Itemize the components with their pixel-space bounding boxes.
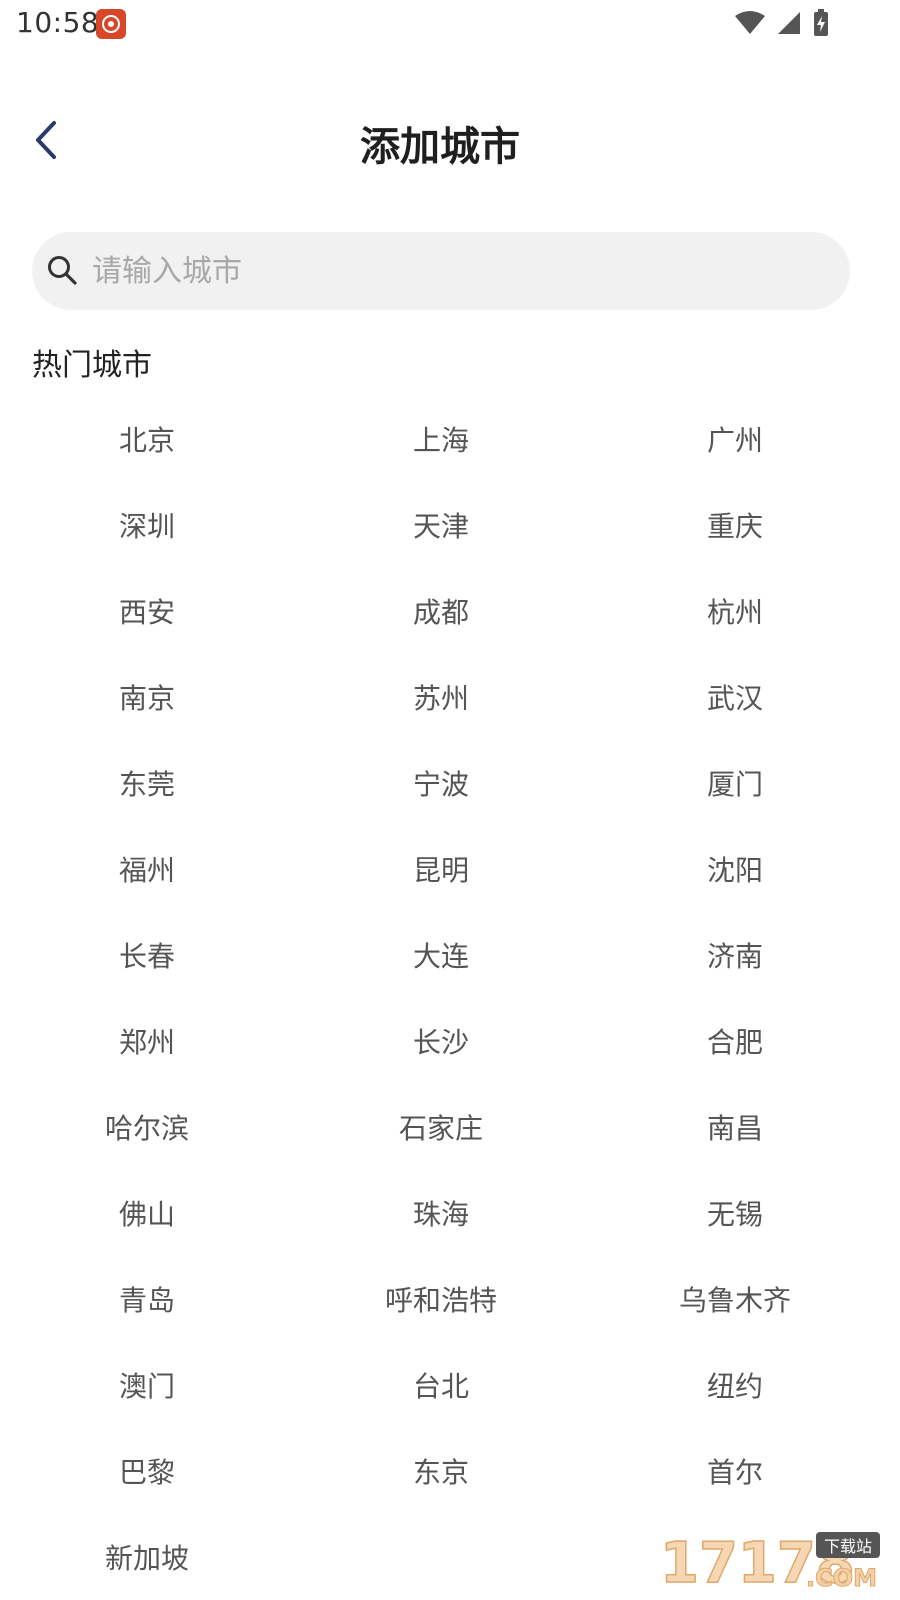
city-item[interactable]: 重庆 — [588, 482, 882, 568]
city-item[interactable]: 广州 — [588, 396, 882, 482]
city-item[interactable]: 纽约 — [588, 1342, 882, 1428]
weibo-notification-icon — [96, 9, 126, 39]
city-item[interactable]: 成都 — [294, 568, 588, 654]
status-bar: 10:58 — [0, 0, 900, 48]
city-item[interactable]: 天津 — [294, 482, 588, 568]
wifi-icon — [735, 11, 765, 34]
city-item[interactable]: 佛山 — [0, 1170, 294, 1256]
city-item[interactable]: 南京 — [0, 654, 294, 740]
city-item[interactable]: 大连 — [294, 912, 588, 998]
search-input[interactable] — [92, 240, 832, 302]
add-city-screen: 10:58 添加城市 请输入城市 热门城市 北京 上海 广州 深圳 天津 重庆 … — [0, 0, 900, 1600]
city-item[interactable]: 沈阳 — [588, 826, 882, 912]
site-watermark-logo: 17178 .COM 下载站 — [659, 1530, 880, 1594]
city-item[interactable]: 长沙 — [294, 998, 588, 1084]
city-item[interactable]: 武汉 — [588, 654, 882, 740]
city-item[interactable]: 厦门 — [588, 740, 882, 826]
status-icons — [734, 8, 830, 38]
city-item[interactable]: 杭州 — [588, 568, 882, 654]
city-item[interactable]: 青岛 — [0, 1256, 294, 1342]
city-item[interactable]: 首尔 — [588, 1428, 882, 1514]
status-time: 10:58 — [16, 6, 100, 39]
city-item[interactable]: 珠海 — [294, 1170, 588, 1256]
city-item[interactable]: 无锡 — [588, 1170, 882, 1256]
city-item[interactable]: 东莞 — [0, 740, 294, 826]
city-item[interactable]: 北京 — [0, 396, 294, 482]
city-item[interactable]: 澳门 — [0, 1342, 294, 1428]
city-item[interactable]: 石家庄 — [294, 1084, 588, 1170]
city-item[interactable]: 合肥 — [588, 998, 882, 1084]
city-item[interactable]: 新加坡 — [0, 1514, 294, 1600]
city-item[interactable]: 昆明 — [294, 826, 588, 912]
svg-text:下载站: 下载站 — [824, 1537, 872, 1556]
city-item[interactable]: 福州 — [0, 826, 294, 912]
city-item[interactable]: 宁波 — [294, 740, 588, 826]
city-item[interactable]: 南昌 — [588, 1084, 882, 1170]
search-icon — [48, 256, 77, 285]
battery-charging-icon — [814, 9, 828, 36]
city-item[interactable]: 郑州 — [0, 998, 294, 1084]
city-item[interactable]: 济南 — [588, 912, 882, 998]
city-item[interactable]: 西安 — [0, 568, 294, 654]
city-item[interactable]: 深圳 — [0, 482, 294, 568]
city-item[interactable]: 上海 — [294, 396, 588, 482]
hot-cities-heading: 热门城市 — [32, 348, 152, 383]
svg-text:.COM: .COM — [806, 1564, 877, 1592]
page-title: 添加城市 — [360, 124, 520, 170]
city-item[interactable]: 东京 — [294, 1428, 588, 1514]
city-item[interactable]: 哈尔滨 — [0, 1084, 294, 1170]
signal-icon — [778, 12, 800, 34]
city-item[interactable]: 长春 — [0, 912, 294, 998]
city-item[interactable]: 苏州 — [294, 654, 588, 740]
city-item[interactable]: 呼和浩特 — [294, 1256, 588, 1342]
city-item[interactable]: 乌鲁木齐 — [588, 1256, 882, 1342]
city-item[interactable]: 台北 — [294, 1342, 588, 1428]
city-item[interactable]: 巴黎 — [0, 1428, 294, 1514]
